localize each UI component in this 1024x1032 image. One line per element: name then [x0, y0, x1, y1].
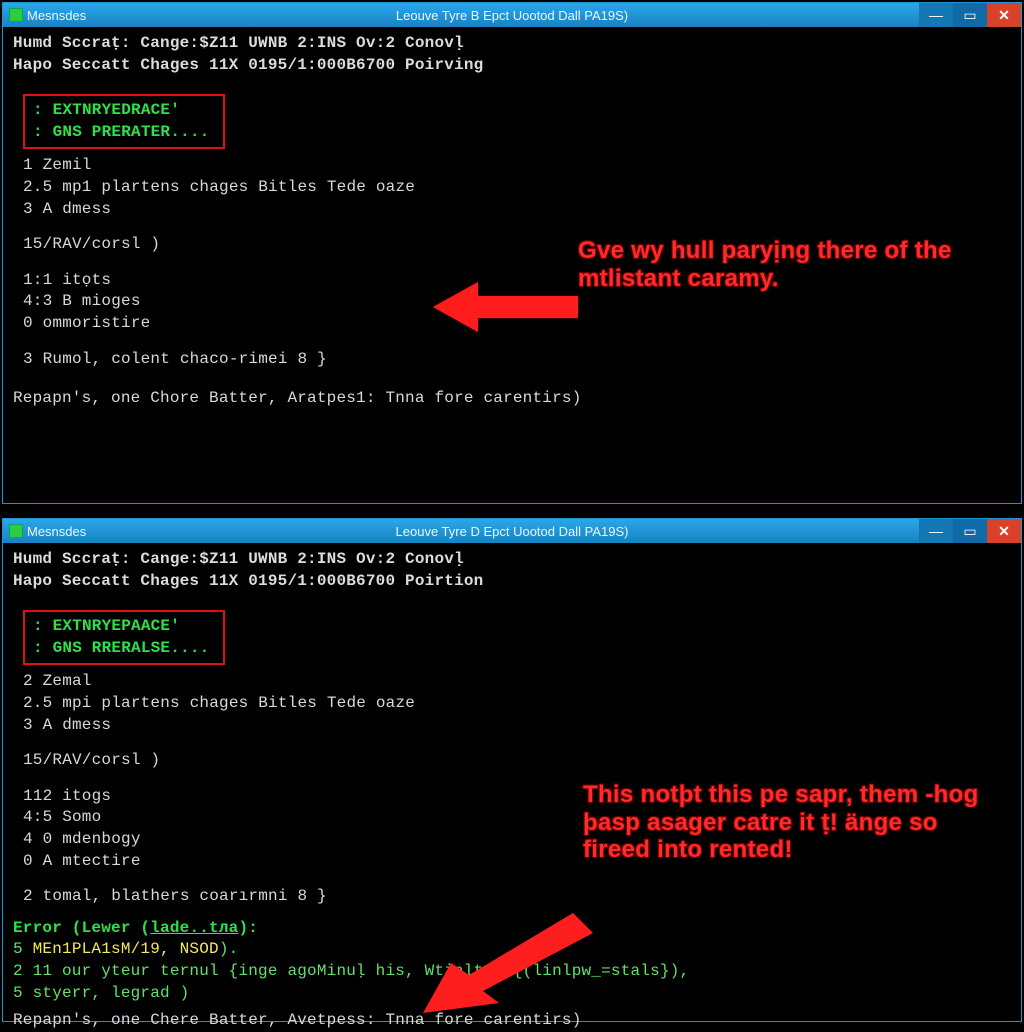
- term-line: 0 ommoristire: [23, 313, 1011, 335]
- maximize-button[interactable]: ▭: [953, 519, 987, 543]
- box-line: : GNS PRERATER....: [33, 122, 209, 144]
- term-line: 3 Rumol, colent chaco-rimei 8 }: [23, 349, 1011, 371]
- highlight-box: : EXTNRYEPAACE' : GNS RRERALSE....: [23, 610, 225, 665]
- term-line: 1 Zemil: [23, 155, 1011, 177]
- error-heading: Error (Lewer (lade..tла):: [13, 918, 1011, 940]
- term-line: 3 A dmess: [23, 715, 1011, 737]
- annotation-text: This notþt this pe sapr, them -hog þasp …: [583, 781, 993, 864]
- term-line: 15/RAV/corsl ): [23, 750, 1011, 772]
- error-body: 5 MEn1PLA1sM/19, NSOD). 2 11 our yteur t…: [13, 939, 1011, 1004]
- header-line: Hapo Seccatt Chages 11X 0195/1:000B6700 …: [13, 55, 1011, 77]
- annotation-text: Gve wy hull paryịng there of the mtlista…: [578, 237, 958, 292]
- box-line: : EXTNRYEDRACE': [33, 100, 209, 122]
- header-line: Humd Sccraṭ: Cange:$Z11 UWNB 2:INS Ov:2 …: [13, 33, 1011, 55]
- titlebar[interactable]: Mesnsdes Leouve Tyre D Epct Uootod Dall …: [3, 519, 1021, 543]
- app-name: Mesnsdes: [27, 524, 86, 539]
- titlebar[interactable]: Mesnsdes Leouve Tyre B Epct Uootod Dall …: [3, 3, 1021, 27]
- app-icon: [9, 8, 23, 22]
- app-icon: [9, 524, 23, 538]
- close-button[interactable]: ✕: [987, 519, 1021, 543]
- footer-line: Repapn's, one Chore Batter, Aratpes1: Tn…: [13, 388, 1011, 410]
- header-line: Humd Sccraṭ: Cange:$Z11 UWNB 2:INS Ov:2 …: [13, 549, 1011, 571]
- minimize-button[interactable]: —: [919, 3, 953, 27]
- term-line: 2.5 mpi plartens chages Bitles Tede oaze: [23, 693, 1011, 715]
- term-line: 2.5 mp1 plartens chages Bitles Tede oaze: [23, 177, 1011, 199]
- term-line: 2 tomal, blathers coarırmni 8 }: [23, 886, 1011, 908]
- window-title: Leouve Tyre B Epct Uootod Dall PA19S): [3, 8, 1021, 23]
- maximize-button[interactable]: ▭: [953, 3, 987, 27]
- term-line: 3 A dmess: [23, 199, 1011, 221]
- highlight-box: : EXTNRYEDRACE' : GNS PRERATER....: [23, 94, 225, 149]
- minimize-button[interactable]: —: [919, 519, 953, 543]
- terminal-window-bottom: Mesnsdes Leouve Tyre D Epct Uootod Dall …: [2, 518, 1022, 1022]
- box-line: : GNS RRERALSE....: [33, 638, 209, 660]
- app-name: Mesnsdes: [27, 8, 86, 23]
- footer-line: Repapn's, one Chere Batter, Avetpess: Tn…: [13, 1010, 1011, 1032]
- header-line: Hapo Seccatt Chages 11X 0195/1:000B6700 …: [13, 571, 1011, 593]
- terminal-body[interactable]: Humd Sccraṭ: Cange:$Z11 UWNB 2:INS Ov:2 …: [3, 543, 1021, 1021]
- close-button[interactable]: ✕: [987, 3, 1021, 27]
- box-line: : EXTNRYEPAACE': [33, 616, 209, 638]
- term-line: 4:3 B mioges: [23, 291, 1011, 313]
- terminal-window-top: Mesnsdes Leouve Tyre B Epct Uootod Dall …: [2, 2, 1022, 504]
- term-line: 2 Zemal: [23, 671, 1011, 693]
- window-title: Leouve Tyre D Epct Uootod Dall PA19S): [3, 524, 1021, 539]
- terminal-body[interactable]: Humd Sccraṭ: Cange:$Z11 UWNB 2:INS Ov:2 …: [3, 27, 1021, 503]
